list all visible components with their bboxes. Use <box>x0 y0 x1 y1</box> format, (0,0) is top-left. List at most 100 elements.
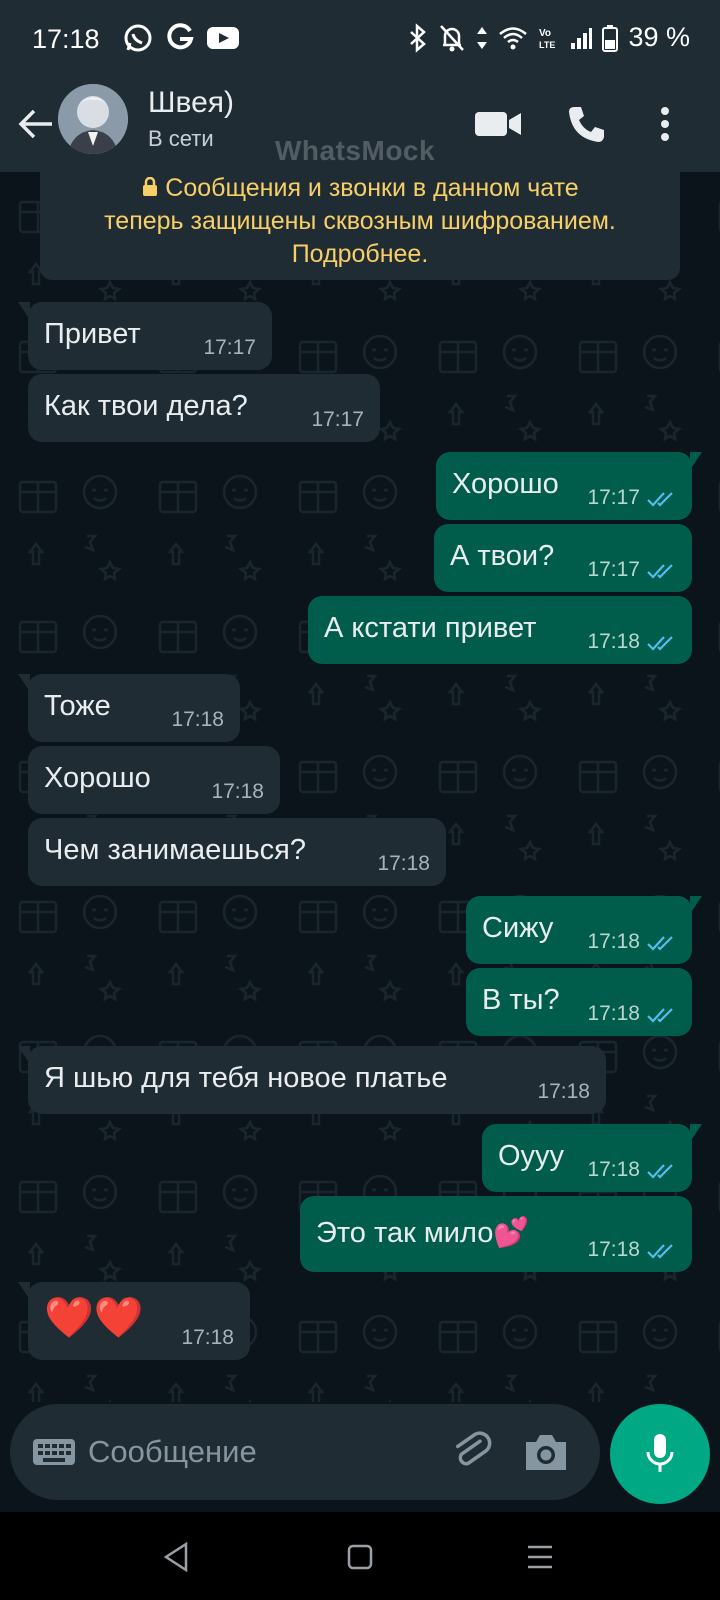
camera-icon[interactable] <box>522 1430 570 1474</box>
message-time: 17:18 <box>587 1158 640 1181</box>
message-text: Хорошо <box>452 468 559 500</box>
message-bubble-outgoing[interactable]: Оууу 17:18 <box>482 1124 702 1192</box>
message-bubble-outgoing[interactable]: Сижу 17:18 <box>466 896 702 964</box>
message-time: 17:18 <box>377 852 430 875</box>
bluetooth-icon <box>410 22 427 53</box>
lock-icon <box>143 176 158 196</box>
encryption-notice[interactable]: Сообщения и звонки в данном чате теперь … <box>40 172 680 280</box>
message-time: 17:18 <box>587 1002 640 1025</box>
volte-icon: Vo LTE <box>539 28 555 50</box>
svg-text:LTE: LTE <box>539 40 555 50</box>
video-call-button[interactable] <box>474 100 522 148</box>
message-bubble-incoming[interactable]: Привет 17:17 <box>18 302 272 370</box>
voice-message-button[interactable] <box>610 1404 710 1504</box>
message-time: 17:17 <box>587 558 640 581</box>
message-text: Тоже <box>44 690 111 722</box>
back-button[interactable] <box>14 102 58 146</box>
contact-name[interactable]: Швея) <box>148 86 234 120</box>
message-time: 17:17 <box>203 336 256 359</box>
battery-icon <box>602 24 619 52</box>
message-time: 17:18 <box>587 630 640 653</box>
mute-icon <box>440 24 465 51</box>
read-receipt-icon <box>647 1008 673 1023</box>
message-text: А кстати привет <box>324 612 537 644</box>
encryption-line-2: теперь защищены сквозным шифрованием. <box>104 207 616 235</box>
back-arrow-icon <box>18 109 52 139</box>
phone-call-icon <box>569 107 604 142</box>
status-bar: 17:18 Vo LTE 39 % <box>0 0 720 80</box>
keyboard-icon[interactable] <box>32 1434 76 1470</box>
message-text: Привет <box>44 318 141 350</box>
message-time: 17:18 <box>181 1326 234 1349</box>
status-right: Vo LTE 39 % <box>408 22 690 53</box>
svg-text:Vo: Vo <box>539 28 551 39</box>
google-icon <box>167 23 194 50</box>
voice-call-button[interactable] <box>562 100 610 148</box>
message-bubble-outgoing[interactable]: А кстати привет 17:18 <box>308 596 692 664</box>
bubble-tail <box>18 674 30 692</box>
message-text: Это так мило💕 <box>316 1217 530 1249</box>
message-text: Как твои дела? <box>44 390 248 422</box>
message-text: Хорошо <box>44 762 151 794</box>
youtube-icon <box>207 27 239 49</box>
microphone-icon <box>646 1434 674 1472</box>
avatar[interactable] <box>58 84 128 154</box>
nav-home-icon[interactable] <box>343 1540 377 1574</box>
battery-percent: 39 % <box>628 22 690 52</box>
signal-icon <box>571 27 593 49</box>
read-receipt-icon <box>647 1164 673 1179</box>
message-text: ❤️❤️ <box>44 1296 144 1340</box>
message-time: 17:17 <box>311 408 364 431</box>
read-receipt-icon <box>647 492 673 507</box>
nav-back-icon[interactable] <box>160 1540 194 1574</box>
contact-status: В сети <box>148 126 214 151</box>
encryption-learn-more[interactable]: Подробнее. <box>40 238 680 271</box>
data-arrows-icon <box>477 26 488 49</box>
message-bubble-outgoing[interactable]: Хорошо 17:17 <box>436 452 702 520</box>
watermark: WhatsMock <box>275 135 436 166</box>
message-bubble-incoming[interactable]: ❤️❤️ 17:18 <box>18 1282 250 1360</box>
status-time: 17:18 <box>32 24 100 54</box>
avatar-image <box>58 84 128 154</box>
message-text: В ты? <box>482 984 560 1016</box>
read-receipt-icon <box>647 936 673 951</box>
message-text: Я шью для тебя новое платье <box>44 1062 448 1094</box>
paperclip-icon[interactable] <box>448 1428 496 1476</box>
bubble-tail <box>18 302 30 320</box>
message-text: А твои? <box>450 540 555 572</box>
message-bubble-incoming[interactable]: Хорошо 17:18 <box>28 746 280 814</box>
message-time: 17:18 <box>171 708 224 731</box>
message-time: 17:18 <box>537 1080 590 1103</box>
bubble-tail <box>690 452 702 470</box>
message-time: 17:18 <box>211 780 264 803</box>
wifi-icon <box>499 26 528 49</box>
bubble-tail <box>690 1124 702 1142</box>
encryption-line-1: Сообщения и звонки в данном чате <box>165 174 579 202</box>
message-time: 17:17 <box>587 486 640 509</box>
message-bubble-outgoing[interactable]: Это так мило💕 17:18 <box>300 1196 692 1272</box>
message-text: Сижу <box>482 912 554 944</box>
whatsapp-icon <box>124 24 152 52</box>
nav-recents-icon[interactable] <box>523 1540 557 1574</box>
message-bubble-outgoing[interactable]: А твои? 17:17 <box>434 524 692 592</box>
message-input[interactable]: Сообщение <box>88 1434 257 1470</box>
message-time: 17:18 <box>587 930 640 953</box>
message-bubble-incoming[interactable]: Я шью для тебя новое платье 17:18 <box>18 1046 606 1114</box>
message-bubble-incoming[interactable]: Тоже 17:18 <box>18 674 240 742</box>
message-bubble-incoming[interactable]: Чем занимаешься? 17:18 <box>28 818 446 886</box>
read-receipt-icon <box>647 636 673 651</box>
message-composer: Сообщение <box>0 1402 720 1512</box>
notification-icons <box>122 22 240 54</box>
bubble-tail <box>18 1046 30 1064</box>
message-bubble-outgoing[interactable]: В ты? 17:18 <box>466 968 692 1036</box>
read-receipt-icon <box>647 564 673 579</box>
bubble-tail <box>690 896 702 914</box>
message-text: Оууу <box>498 1140 565 1172</box>
more-options-button[interactable] <box>650 100 680 148</box>
video-call-icon <box>475 112 521 136</box>
message-bubble-incoming[interactable]: Как твои дела? 17:17 <box>28 374 380 442</box>
system-nav-bar <box>0 1512 720 1600</box>
chat-area[interactable]: Сообщения и звонки в данном чате теперь … <box>0 172 720 1402</box>
bubble-tail <box>18 1282 30 1300</box>
message-input-container[interactable]: Сообщение <box>10 1404 600 1500</box>
